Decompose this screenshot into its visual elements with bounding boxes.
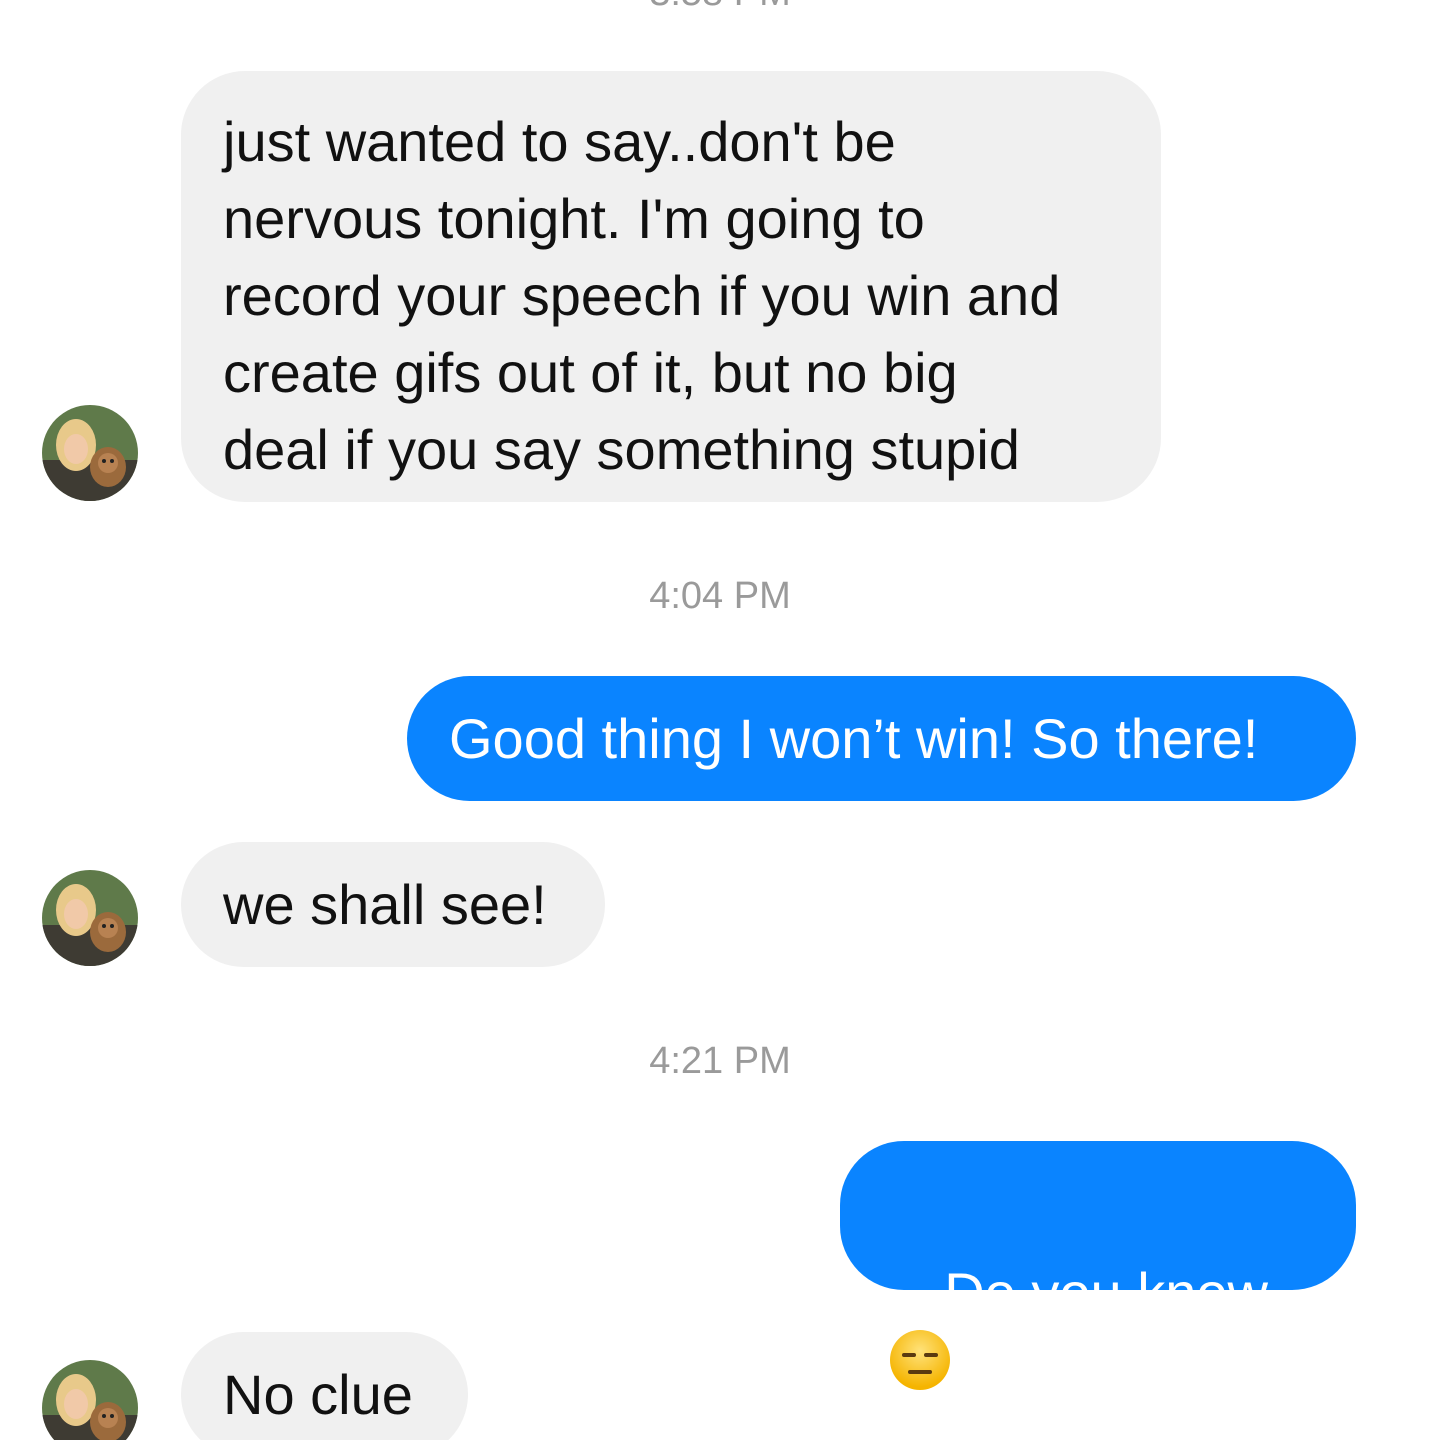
message-thread[interactable]: 3:58 PM just wanted to say..don't be ner… bbox=[0, 0, 1440, 1440]
message-bubble-outgoing[interactable]: Good thing I won’t win! So there! bbox=[407, 676, 1356, 801]
avatar-photo bbox=[42, 1360, 138, 1440]
contact-avatar[interactable] bbox=[42, 870, 138, 966]
expressionless-face-icon bbox=[888, 1328, 952, 1411]
message-bubble-incoming[interactable]: No clue bbox=[181, 1332, 468, 1440]
contact-avatar[interactable] bbox=[42, 405, 138, 501]
message-bubble-incoming[interactable]: we shall see! bbox=[181, 842, 605, 967]
timestamp: 4:21 PM bbox=[649, 1040, 791, 1082]
message-text: Do you know. bbox=[944, 1261, 1281, 1324]
contact-avatar[interactable] bbox=[42, 1360, 138, 1440]
message-bubble-outgoing[interactable]: Do you know. bbox=[840, 1141, 1356, 1390]
timestamp: 4:04 PM bbox=[649, 575, 791, 617]
avatar-photo bbox=[42, 870, 138, 966]
message-bubble-incoming[interactable]: just wanted to say..don't be nervous ton… bbox=[181, 71, 1161, 502]
avatar-photo bbox=[42, 405, 138, 501]
timestamp-partial: 3:58 PM bbox=[0, 0, 1440, 12]
